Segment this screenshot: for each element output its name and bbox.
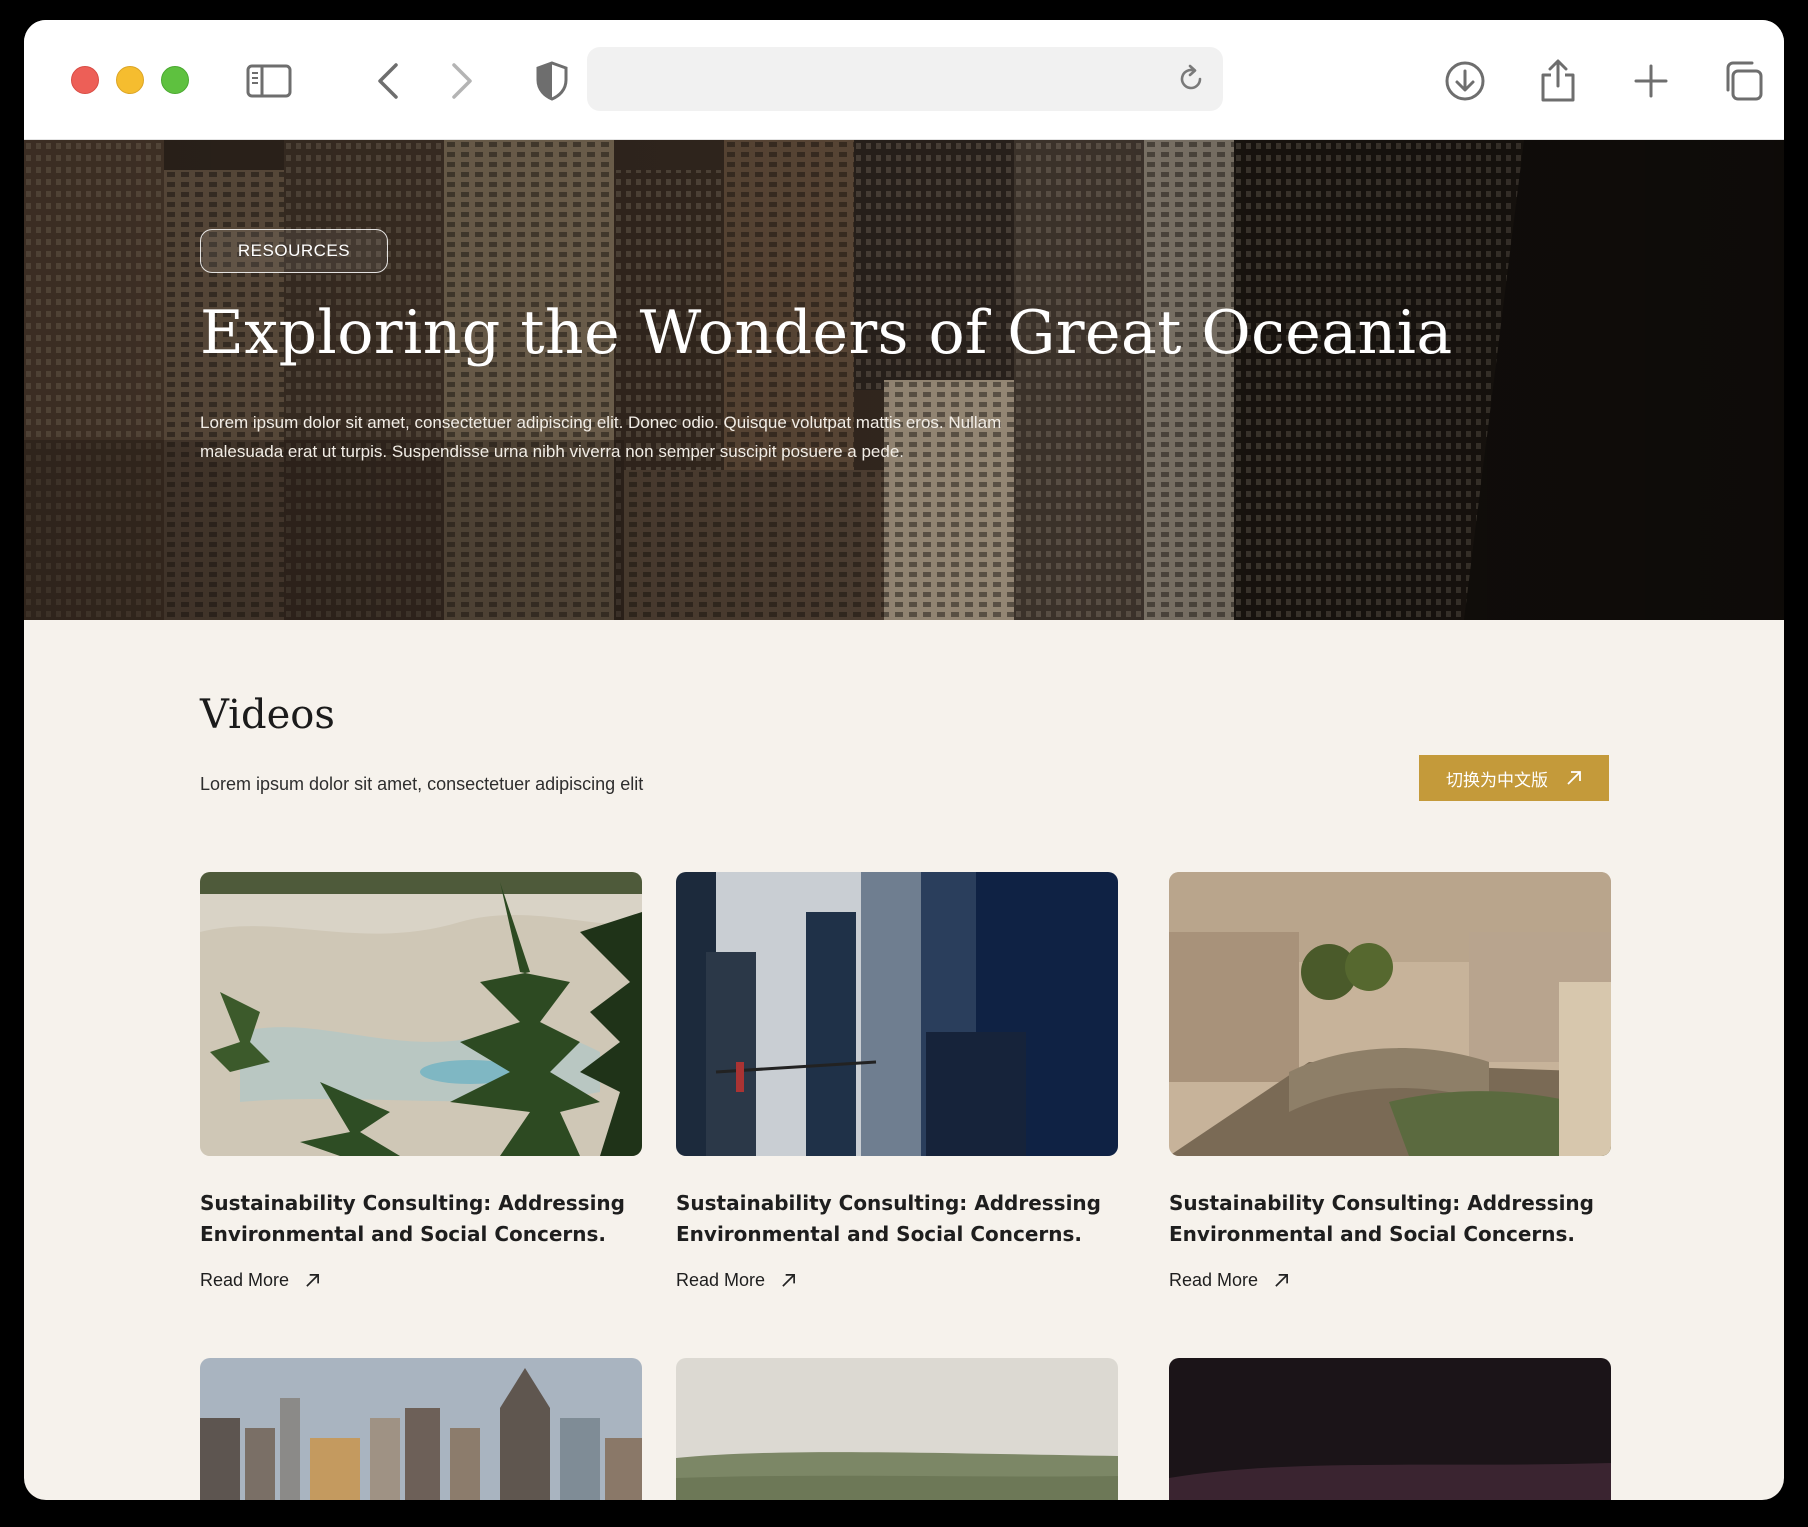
hero-banner — [24, 140, 1784, 620]
new-tab-icon[interactable] — [1628, 58, 1674, 104]
switch-to-chinese-button[interactable]: 切换为中文版 — [1419, 755, 1609, 801]
card-title[interactable]: Sustainability Consulting: Addressing En… — [1169, 1188, 1611, 1250]
reload-icon[interactable] — [1173, 61, 1209, 97]
video-card[interactable]: Sustainability Consulting: Addressing En… — [1169, 872, 1611, 1291]
video-thumbnail-night[interactable] — [1169, 1358, 1611, 1500]
video-thumbnail-skyscrapers[interactable] — [676, 872, 1118, 1156]
arrow-up-right-icon — [1567, 771, 1581, 785]
close-window-button[interactable] — [71, 66, 99, 94]
download-icon[interactable] — [1442, 58, 1488, 104]
address-bar[interactable] — [587, 47, 1223, 111]
back-icon[interactable] — [365, 58, 411, 104]
read-more-label: Read More — [1169, 1270, 1259, 1290]
video-thumbnail-paris[interactable] — [1169, 872, 1611, 1156]
hero-description: Lorem ipsum dolor sit amet, consectetuer… — [200, 413, 1002, 461]
zoom-window-button[interactable] — [161, 66, 189, 94]
switch-to-chinese-label: 切换为中文版 — [1446, 770, 1548, 791]
read-more-label: Read More — [676, 1270, 766, 1290]
read-more-link[interactable]: Read More — [676, 1270, 1118, 1291]
hero-overlay — [24, 140, 1784, 620]
video-card[interactable]: Sustainability Consulting: Addressing En… — [200, 872, 642, 1291]
arrow-up-right-icon — [1275, 1274, 1289, 1287]
arrow-up-right-icon — [782, 1274, 796, 1287]
tabs-overview-icon[interactable] — [1720, 58, 1766, 104]
hero-title: Exploring the Wonders of Great Oceania — [200, 298, 1453, 368]
video-card[interactable]: Sustainability Consulting: Addressing En… — [676, 872, 1118, 1291]
share-icon[interactable] — [1535, 58, 1581, 104]
read-more-link[interactable]: Read More — [200, 1270, 642, 1291]
resources-badge: RESOURCES — [200, 229, 388, 273]
card-title[interactable]: Sustainability Consulting: Addressing En… — [676, 1188, 1118, 1250]
videos-subtitle: Lorem ipsum dolor sit amet, consectetuer… — [200, 774, 644, 794]
arrow-up-right-icon — [306, 1274, 320, 1287]
video-thumbnail-skyline[interactable] — [200, 1358, 642, 1500]
minimize-window-button[interactable] — [116, 66, 144, 94]
video-thumbnail-landscape[interactable] — [676, 1358, 1118, 1500]
forward-icon[interactable] — [439, 58, 485, 104]
card-title[interactable]: Sustainability Consulting: Addressing En… — [200, 1188, 642, 1250]
browser-window: RESOURCES Exploring the Wonders of Great… — [24, 20, 1784, 1500]
read-more-link[interactable]: Read More — [1169, 1270, 1611, 1291]
read-more-label: Read More — [200, 1270, 290, 1290]
video-thumbnail-geothermal[interactable] — [200, 872, 642, 1156]
browser-toolbar — [24, 20, 1784, 140]
shield-icon[interactable] — [529, 58, 575, 104]
sidebar-icon[interactable] — [246, 58, 292, 104]
videos-heading: Videos — [200, 692, 335, 738]
